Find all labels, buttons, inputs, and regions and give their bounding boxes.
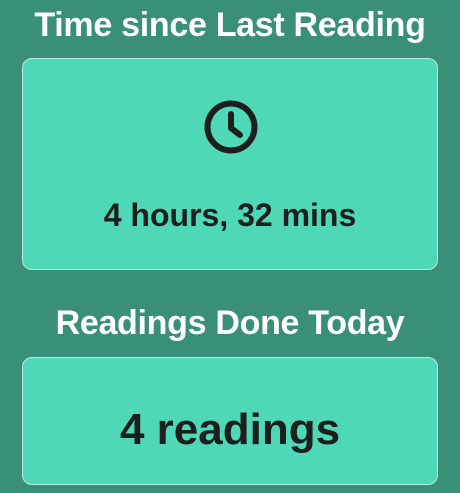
readings-today-heading: Readings Done Today (55, 304, 405, 342)
readings-today-value: 4 readings (119, 405, 341, 454)
last-reading-card: 4 hours, 32 mins (22, 58, 438, 270)
last-reading-heading: Time since Last Reading (34, 6, 426, 44)
readings-today-card: 4 readings (22, 357, 438, 485)
last-reading-value: 4 hours, 32 mins (103, 197, 357, 233)
clock-icon (203, 99, 259, 155)
